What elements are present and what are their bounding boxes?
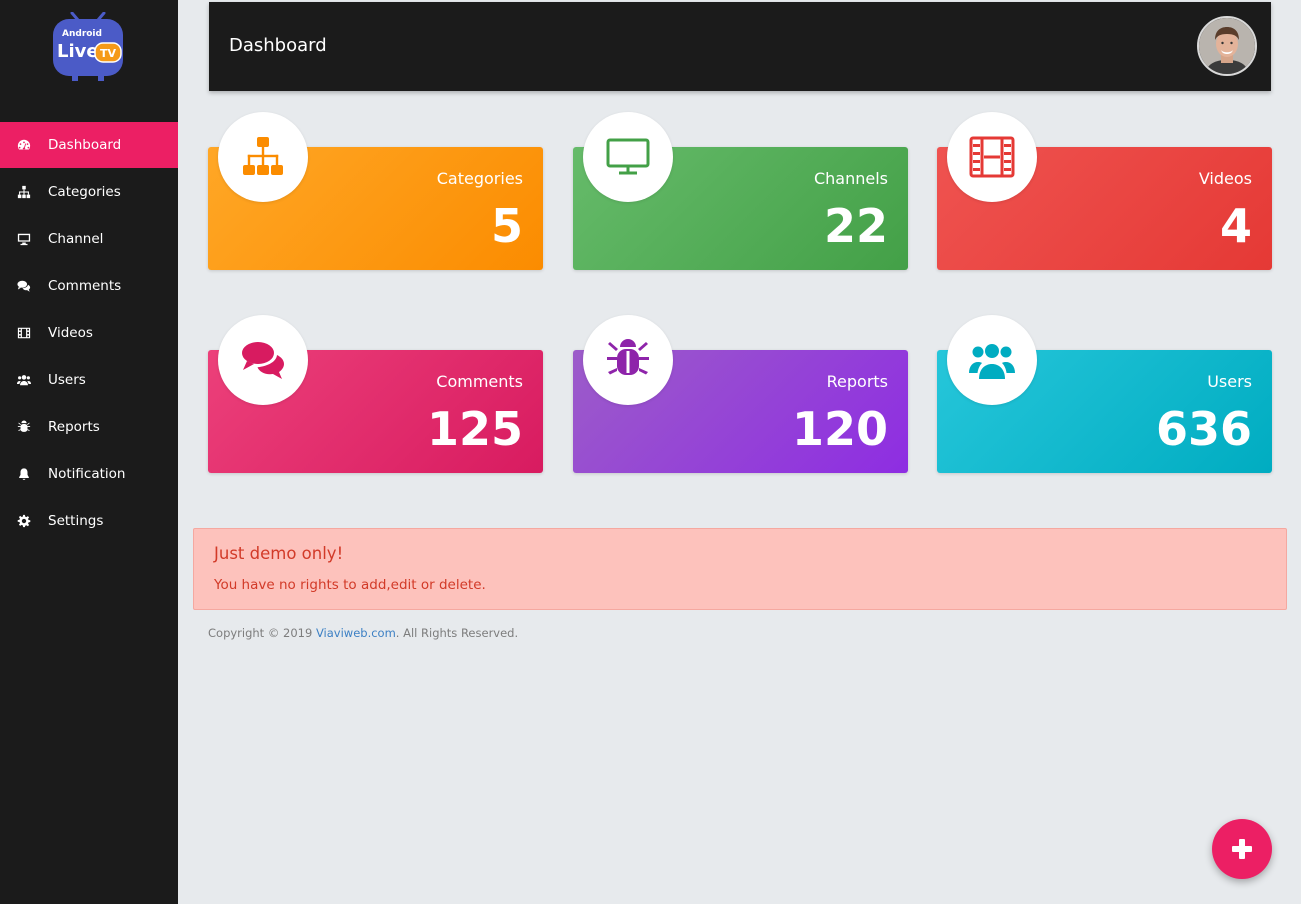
bug-icon (16, 419, 32, 435)
users-icon (16, 372, 32, 388)
avatar[interactable] (1197, 16, 1257, 76)
footer-link[interactable]: Viaviweb.com (316, 626, 396, 640)
sidebar-item-label: Channel (48, 231, 104, 247)
card-label: Comments (436, 372, 523, 391)
card-icon-circle (583, 315, 673, 405)
logo-badge: TV (100, 47, 117, 60)
page-title: Dashboard (229, 35, 327, 56)
card-value: 120 (791, 402, 888, 456)
sidebar-item-videos[interactable]: Videos (0, 310, 178, 356)
sidebar-item-comments[interactable]: Comments (0, 263, 178, 309)
card-icon-circle (218, 315, 308, 405)
card-icon-circle (947, 315, 1037, 405)
alert-title: Just demo only! (214, 544, 344, 563)
card-label: Videos (1198, 169, 1252, 188)
stat-card-users[interactable]: Users 636 (937, 315, 1272, 473)
top-header: Dashboard (209, 2, 1271, 91)
monitor-icon (16, 231, 32, 247)
sidebar-item-label: Dashboard (48, 137, 122, 153)
card-value: 4 (1219, 199, 1252, 253)
sidebar-item-settings[interactable]: Settings (0, 498, 178, 544)
sidebar-item-label: Comments (48, 278, 122, 294)
footer: Copyright © 2019 Viaviweb.com. All Right… (208, 626, 518, 640)
sidebar-item-label: Users (48, 372, 86, 388)
bell-icon (16, 466, 32, 482)
sidebar-item-label: Settings (48, 513, 104, 529)
logo-line1: Android (62, 29, 102, 39)
card-icon-circle (218, 112, 308, 202)
plus-icon (1232, 839, 1252, 859)
sidebar-item-label: Notification (48, 466, 126, 482)
tv-logo-icon: Android Live TV (53, 11, 123, 81)
stat-card-videos[interactable]: Videos 4 (937, 112, 1272, 270)
sidebar-item-users[interactable]: Users (0, 357, 178, 403)
sidebar-item-channel[interactable]: Channel (0, 216, 178, 262)
sitemap-icon (243, 137, 283, 175)
stat-card-channels[interactable]: Channels 22 (573, 112, 908, 270)
card-label: Channels (813, 169, 888, 188)
card-label: Users (1207, 372, 1252, 391)
app-logo[interactable]: Android Live TV (52, 11, 124, 82)
comments-icon (16, 278, 32, 294)
card-icon-circle (947, 112, 1037, 202)
stat-card-categories[interactable]: Categories 5 (208, 112, 543, 270)
sidebar-item-label: Categories (48, 184, 121, 200)
card-value: 22 (823, 199, 888, 253)
card-label: Categories (436, 169, 523, 188)
film-icon (969, 136, 1015, 178)
sidebar-item-categories[interactable]: Categories (0, 169, 178, 215)
sidebar-item-dashboard[interactable]: Dashboard (0, 122, 178, 168)
sidebar-item-reports[interactable]: Reports (0, 404, 178, 450)
sidebar-item-label: Reports (48, 419, 100, 435)
sidebar-item-notification[interactable]: Notification (0, 451, 178, 497)
sidebar-item-label: Videos (48, 325, 93, 341)
users-icon (969, 344, 1015, 379)
sidebar: Android Live TV Dashboard Categories Cha… (0, 0, 178, 904)
sidebar-nav: Dashboard Categories Channel Comments Vi… (0, 122, 178, 545)
logo-line2: Live (57, 41, 99, 62)
card-icon-circle (583, 112, 673, 202)
dashboard-icon (16, 137, 32, 153)
sitemap-icon (16, 184, 32, 200)
monitor-icon (606, 138, 650, 175)
bug-icon (607, 339, 649, 375)
demo-alert: Just demo only! You have no rights to ad… (193, 528, 1287, 610)
card-value: 636 (1155, 402, 1252, 456)
card-value: 125 (426, 402, 523, 456)
card-value: 5 (490, 199, 523, 253)
card-label: Reports (826, 372, 888, 391)
gear-icon (16, 513, 32, 529)
add-fab-button[interactable] (1212, 819, 1272, 879)
stat-card-comments[interactable]: Comments 125 (208, 315, 543, 473)
footer-prefix: Copyright © 2019 (208, 626, 316, 640)
stat-card-reports[interactable]: Reports 120 (573, 315, 908, 473)
alert-text: You have no rights to add,edit or delete… (214, 577, 486, 593)
user-avatar-icon (1199, 18, 1255, 74)
comments-icon (242, 342, 284, 379)
film-icon (16, 325, 32, 341)
footer-suffix: . All Rights Reserved. (395, 626, 519, 640)
